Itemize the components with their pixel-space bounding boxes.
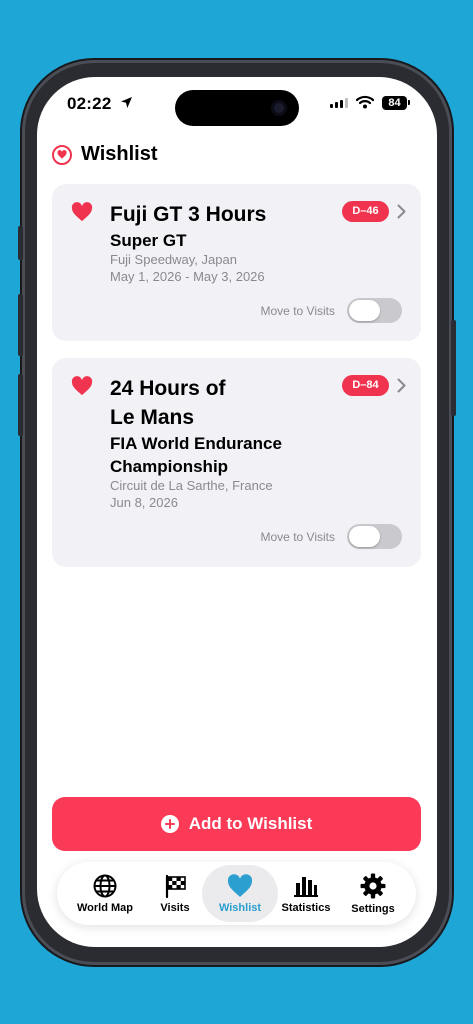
event-venue: Fuji Speedway, Japan	[110, 252, 237, 267]
tab-visits[interactable]: Visits	[140, 865, 210, 922]
event-title: 24 Hours of	[110, 377, 226, 400]
globe-icon	[93, 874, 117, 897]
countdown-badge: D–46	[342, 201, 389, 222]
event-series: FIA World Endurance	[110, 434, 282, 453]
event-title: Fuji GT 3 Hours	[110, 203, 267, 226]
status-bar: 02:22 84	[37, 77, 437, 131]
event-series-line2: Championship	[110, 457, 229, 476]
event-title-line2: Le Mans	[110, 406, 195, 429]
wishlist-card[interactable]: 24 Hours of Le Mans FIA World Endurance …	[52, 358, 421, 567]
tab-label: Statistics	[281, 901, 331, 914]
event-venue: Circuit de La Sarthe, France	[110, 478, 273, 493]
camera-icon	[271, 100, 287, 116]
toggle-knob	[349, 300, 380, 321]
chevron-right-icon[interactable]	[397, 204, 406, 219]
tab-settings[interactable]: Settings	[338, 865, 408, 922]
tab-label: Settings	[351, 902, 395, 915]
location-arrow-icon	[121, 97, 132, 108]
dynamic-island	[175, 90, 299, 126]
wishlist-card[interactable]: Fuji GT 3 Hours Super GT Fuji Speedway, …	[52, 184, 421, 341]
battery-indicator: 84	[382, 96, 407, 110]
tab-statistics[interactable]: Statistics	[271, 865, 341, 922]
tab-wishlist[interactable]: Wishlist	[202, 865, 278, 922]
page-title: Wishlist	[81, 143, 158, 165]
volume-down-button	[18, 374, 23, 436]
heart-icon	[71, 376, 93, 396]
wifi-icon	[356, 95, 374, 109]
add-to-wishlist-button[interactable]: Add to Wishlist	[52, 797, 421, 851]
cellular-signal-icon	[330, 98, 348, 108]
checkered-flag-icon	[165, 874, 186, 898]
heart-circle-icon	[52, 144, 72, 165]
move-to-visits-toggle[interactable]	[347, 298, 402, 323]
event-dates: Jun 8, 2026	[110, 495, 178, 510]
bar-chart-icon	[294, 876, 318, 897]
action-button	[18, 226, 23, 260]
chevron-right-icon[interactable]	[397, 378, 406, 393]
heart-icon	[71, 202, 93, 222]
volume-up-button	[18, 294, 23, 356]
battery-nub	[408, 100, 410, 105]
tab-bar: World Map Visits Wishlist Statistics Set…	[57, 862, 416, 925]
event-series: Super GT	[110, 231, 187, 250]
countdown-badge: D–84	[342, 375, 389, 396]
event-dates: May 1, 2026 - May 3, 2026	[110, 269, 265, 284]
move-to-visits-label: Move to Visits	[260, 530, 335, 544]
plus-circle-icon	[160, 815, 179, 833]
move-to-visits-label: Move to Visits	[260, 304, 335, 318]
gear-icon	[360, 873, 386, 898]
tab-label: Wishlist	[218, 901, 262, 914]
move-to-visits-toggle[interactable]	[347, 524, 402, 549]
heart-icon	[227, 873, 253, 897]
power-button	[451, 320, 456, 416]
tab-label: Visits	[160, 901, 190, 914]
add-button-label: Add to Wishlist	[188, 814, 313, 833]
app-screen: 02:22 84 Wishlist Fuji GT 3 Hours Super …	[37, 77, 437, 947]
tab-world-map[interactable]: World Map	[70, 865, 140, 922]
tab-label: World Map	[76, 901, 133, 914]
page-header: Wishlist	[52, 143, 158, 166]
toggle-knob	[349, 526, 380, 547]
status-time: 02:22	[67, 94, 112, 113]
